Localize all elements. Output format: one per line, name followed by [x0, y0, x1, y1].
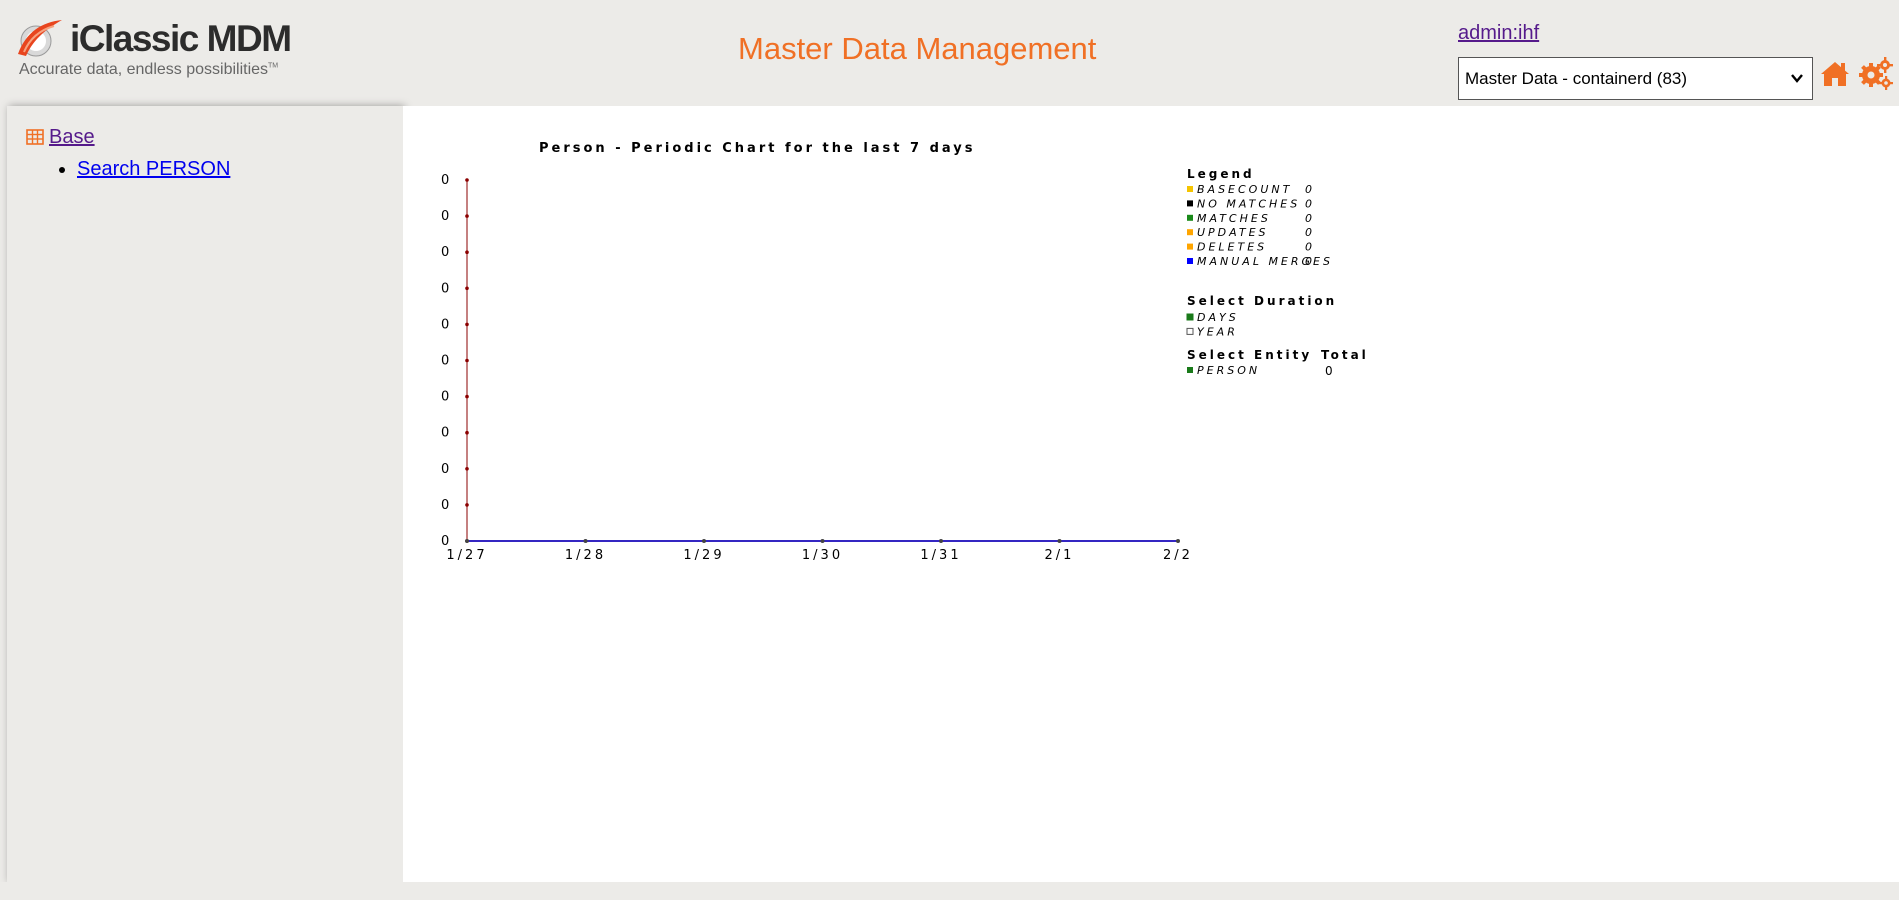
chart-title: Person - Periodic Chart for the last 7 d… [539, 141, 976, 156]
legend-item: BASECOUNT [1197, 183, 1292, 196]
duration-label: DAYS [1197, 311, 1239, 324]
legend-total: 0 [1305, 183, 1312, 196]
y-tick-mark [465, 214, 469, 218]
y-tick-label: 0 [441, 426, 449, 441]
x-tick-label: 1/30 [802, 548, 843, 563]
data-point [939, 539, 943, 543]
x-tick-label: 1/28 [565, 548, 606, 563]
home-icon[interactable] [1820, 60, 1850, 93]
legend-total: 0 [1305, 255, 1312, 268]
legend-swatch [1187, 258, 1193, 264]
legend-total: 0 [1305, 241, 1312, 254]
search-person-link[interactable]: Search PERSON [77, 158, 230, 180]
data-point [1176, 539, 1180, 543]
y-tick-mark [465, 250, 469, 254]
entity-title: Select Entity [1187, 348, 1312, 362]
legend-item: MATCHES [1197, 212, 1271, 225]
total-title: Total [1321, 348, 1369, 362]
legend-swatch [1187, 200, 1193, 207]
legend-swatch [1187, 229, 1193, 236]
sidebar-section: Base [26, 126, 95, 151]
trademark: TM [268, 62, 279, 70]
x-tick-label: 1/27 [446, 548, 487, 563]
data-point [583, 539, 588, 543]
x-tick-label: 2/2 [1163, 548, 1193, 563]
page-title: Master Data Management [738, 31, 1097, 66]
logo-swirl-icon [18, 20, 62, 57]
legend-total: 0 [1305, 226, 1312, 239]
y-tick-mark [465, 503, 469, 507]
logo: iClassic MDM Accurate data, endless poss… [14, 18, 304, 88]
legend-item: NO MATCHES [1197, 197, 1300, 210]
footer-strip [0, 882, 1899, 900]
legend-total: 0 [1305, 212, 1312, 225]
legend-item: DELETES [1197, 241, 1267, 254]
table-icon [26, 128, 44, 151]
context-select[interactable]: Master Data - containerd (83) [1458, 57, 1813, 100]
header: iClassic MDM Accurate data, endless poss… [0, 0, 1899, 105]
context-select-value: Master Data - containerd (83) [1465, 69, 1688, 88]
y-tick-mark [465, 394, 469, 399]
logo-text: iClassic MDM [70, 18, 292, 59]
y-tick-label: 0 [441, 317, 449, 332]
legend-item: MANUAL MERGES [1197, 255, 1333, 268]
entity-option [1187, 367, 1193, 373]
data-point [702, 539, 706, 543]
y-tick-label: 0 [441, 534, 449, 549]
data-point [1057, 539, 1062, 543]
sidebar: Base Search PERSON [7, 106, 403, 882]
legend-total: 0 [1305, 197, 1312, 210]
y-tick-label: 0 [441, 209, 449, 224]
sidebar-list: Search PERSON [37, 158, 230, 181]
y-tick-label: 0 [441, 281, 449, 296]
y-tick-mark [465, 178, 469, 182]
gear-icon[interactable] [1857, 56, 1893, 95]
legend-swatch [1187, 214, 1193, 221]
y-tick-mark [465, 430, 469, 435]
y-tick-label: 0 [441, 173, 449, 188]
y-tick-mark [465, 286, 469, 291]
x-tick-label: 1/29 [683, 548, 724, 563]
y-tick-mark [465, 358, 469, 363]
y-tick-label: 0 [441, 462, 449, 477]
sidebar-section-base[interactable]: Base [49, 126, 95, 148]
y-tick-label: 0 [441, 245, 449, 260]
legend-item: UPDATES [1197, 226, 1269, 239]
duration-title: Select Duration [1187, 294, 1337, 308]
x-tick-label: 1/31 [920, 548, 961, 563]
legend-swatch [1187, 243, 1193, 250]
y-tick-mark [465, 467, 469, 471]
y-tick-mark [465, 322, 469, 327]
data-point [465, 539, 469, 543]
legend-swatch [1187, 186, 1193, 192]
x-tick-label: 2/1 [1045, 548, 1075, 563]
user-link[interactable]: admin:ihf [1458, 22, 1539, 45]
duration-label: YEAR [1197, 325, 1238, 338]
data-point [820, 539, 825, 543]
entity-total: 0 [1325, 364, 1333, 378]
duration-option [1186, 313, 1194, 321]
y-tick-label: 0 [441, 390, 449, 405]
logo-tagline: Accurate data, endless possibilitiesTM [19, 61, 279, 78]
periodic-chart: Person - Periodic Chart for the last 7 d… [441, 141, 1369, 563]
y-tick-label: 0 [441, 498, 449, 513]
entity-label: PERSON [1197, 364, 1260, 377]
sidebar-item-search-person: Search PERSON [77, 158, 230, 181]
legend-title: Legend [1187, 167, 1255, 181]
duration-option [1186, 327, 1194, 335]
main-content: Person - Periodic Chart for the last 7 d… [403, 106, 1899, 882]
y-tick-label: 0 [441, 354, 449, 369]
